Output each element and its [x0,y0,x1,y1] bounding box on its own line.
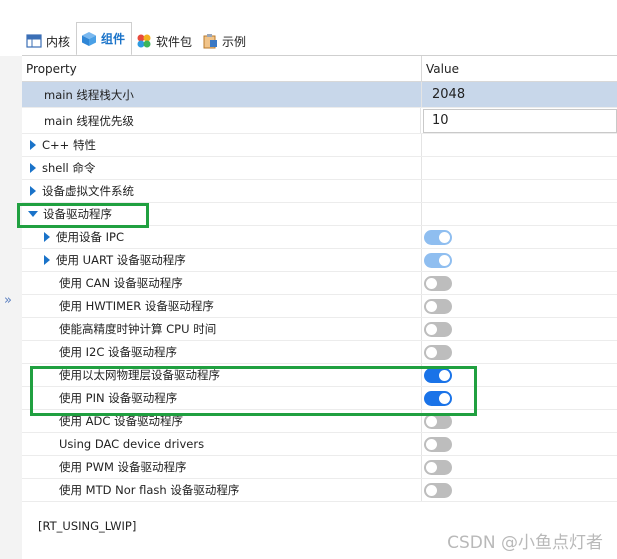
collapsed-side-panel[interactable]: » [0,56,22,559]
tab-kernel-label: 内核 [46,34,71,49]
uart-toggle[interactable] [424,252,452,268]
row-main-stack-size[interactable]: main 线程栈大小 2048 [22,82,617,108]
row-pwm[interactable]: 使用 PWM 设备驱动程序 [22,456,617,479]
hwtimer-toggle[interactable] [424,298,452,314]
property-label: 使能高精度时钟计算 CPU 时间 [59,322,217,336]
property-label: main 线程优先级 [44,113,134,128]
row-dac[interactable]: Using DAC device drivers [22,433,617,456]
row-dfs[interactable]: 设备虚拟文件系统 [22,180,617,203]
row-cpp-features[interactable]: C++ 特性 [22,134,617,157]
row-hwtimer[interactable]: 使用 HWTIMER 设备驱动程序 [22,295,617,318]
i2c-toggle[interactable] [424,344,452,360]
tab-examples[interactable]: 示例 [198,26,252,56]
watermark: CSDN @小鱼点灯者 [447,533,603,553]
property-label: main 线程栈大小 [44,87,134,102]
property-label: 使用 MTD Nor flash 设备驱动程序 [59,483,240,497]
property-label: 设备虚拟文件系统 [42,184,134,198]
row-cputime[interactable]: 使能高精度时钟计算 CPU 时间 [22,318,617,341]
property-grid: Property Value main 线程栈大小 2048 main 线程优先… [22,56,617,502]
property-label: 使用设备 IPC [56,230,125,244]
row-shell[interactable]: shell 命令 [22,157,617,180]
pwm-toggle[interactable] [424,459,452,475]
tab-examples-label: 示例 [222,34,247,49]
package-icon [136,33,152,49]
row-mtd[interactable]: 使用 MTD Nor flash 设备驱动程序 [22,479,617,502]
expand-arrow-icon[interactable] [44,232,50,242]
expand-arrow-icon[interactable] [30,186,36,196]
expand-arrow-icon[interactable] [44,255,50,265]
property-label: 使用 I2C 设备驱动程序 [59,345,178,359]
annotation-box-phy-pin [30,366,477,416]
dac-toggle[interactable] [424,436,452,452]
expand-panel-icon[interactable]: » [4,293,12,308]
property-label: 使用 UART 设备驱动程序 [56,253,186,267]
property-label: 使用 PWM 设备驱动程序 [59,460,187,474]
grid-header: Property Value [22,56,617,82]
row-i2c[interactable]: 使用 I2C 设备驱动程序 [22,341,617,364]
tab-packages[interactable]: 软件包 [132,26,198,56]
row-main-priority[interactable]: main 线程优先级 10 [22,108,617,134]
tab-kernel[interactable]: 内核 [22,26,76,56]
row-uart[interactable]: 使用 UART 设备驱动程序 [22,249,617,272]
tab-packages-label: 软件包 [156,34,193,49]
can-toggle[interactable] [424,275,452,291]
expand-arrow-icon[interactable] [30,140,36,150]
property-label: 使用 CAN 设备驱动程序 [59,276,183,290]
component-cube-icon [81,31,97,47]
column-header-value[interactable]: Value [422,56,459,81]
property-label: C++ 特性 [42,138,96,152]
tab-components-label: 组件 [101,32,126,46]
tab-components[interactable]: 组件 [76,22,133,56]
property-label: Using DAC device drivers [59,437,205,451]
property-label: 使用 HWTIMER 设备驱动程序 [59,299,214,313]
column-header-property[interactable]: Property [22,56,422,81]
cputime-toggle[interactable] [424,321,452,337]
row-ipc[interactable]: 使用设备 IPC [22,226,617,249]
mtd-toggle[interactable] [424,482,452,498]
main-priority-input[interactable]: 10 [423,108,617,133]
tab-bar: 内核 组件 软件包 示例 [22,22,252,56]
kernel-grid-icon [26,33,42,49]
annotation-box-device-drivers [17,203,149,228]
example-clipboard-icon [202,33,218,49]
config-macro-name: [RT_USING_LWIP] [38,519,137,533]
row-can[interactable]: 使用 CAN 设备驱动程序 [22,272,617,295]
ipc-toggle[interactable] [424,229,452,245]
property-label: shell 命令 [42,161,96,175]
main-stack-size-value[interactable]: 2048 [422,87,465,102]
expand-arrow-icon[interactable] [30,163,36,173]
